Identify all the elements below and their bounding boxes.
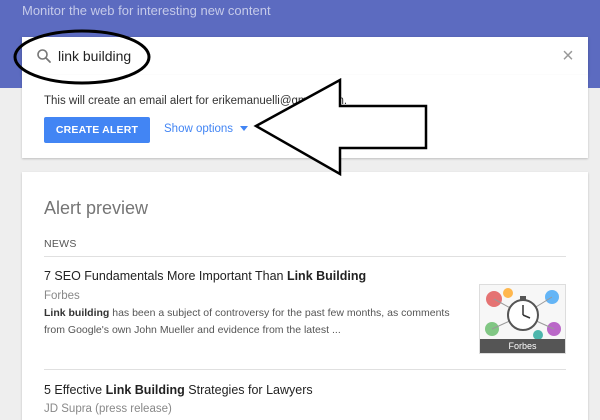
news-source: Forbes [44, 290, 80, 302]
news-title-link[interactable]: 5 Effective Link Building Strategies for… [44, 383, 313, 397]
alert-preview-card: Alert preview NEWS 7 SEO Fundamentals Mo… [22, 172, 588, 420]
news-snippet: Link building has been a subject of cont… [44, 307, 450, 336]
alert-card: This will create an email alert for erik… [22, 75, 588, 158]
chevron-down-icon [240, 126, 249, 132]
create-alert-button[interactable]: CREATE ALERT [44, 117, 150, 143]
search-bar[interactable]: × [22, 37, 588, 75]
email-alert-note: This will create an email alert for erik… [44, 95, 348, 107]
news-title-link[interactable]: 7 SEO Fundamentals More Important Than L… [44, 269, 366, 283]
show-options-label: Show options [164, 123, 234, 135]
news-thumbnail[interactable]: Forbes [479, 284, 566, 354]
stopwatch-icon [480, 285, 565, 341]
show-options-link[interactable]: Show options [164, 123, 249, 135]
news-source: JD Supra (press release) [44, 403, 172, 415]
divider [44, 369, 566, 370]
preview-title: Alert preview [44, 198, 149, 218]
header-tagline: Monitor the web for interesting new cont… [22, 3, 271, 18]
thumbnail-caption: Forbes [480, 339, 565, 353]
news-section-label: NEWS [44, 238, 77, 250]
search-icon [37, 49, 51, 63]
close-icon[interactable]: × [558, 46, 578, 66]
search-input[interactable] [58, 41, 538, 71]
divider [44, 256, 566, 257]
